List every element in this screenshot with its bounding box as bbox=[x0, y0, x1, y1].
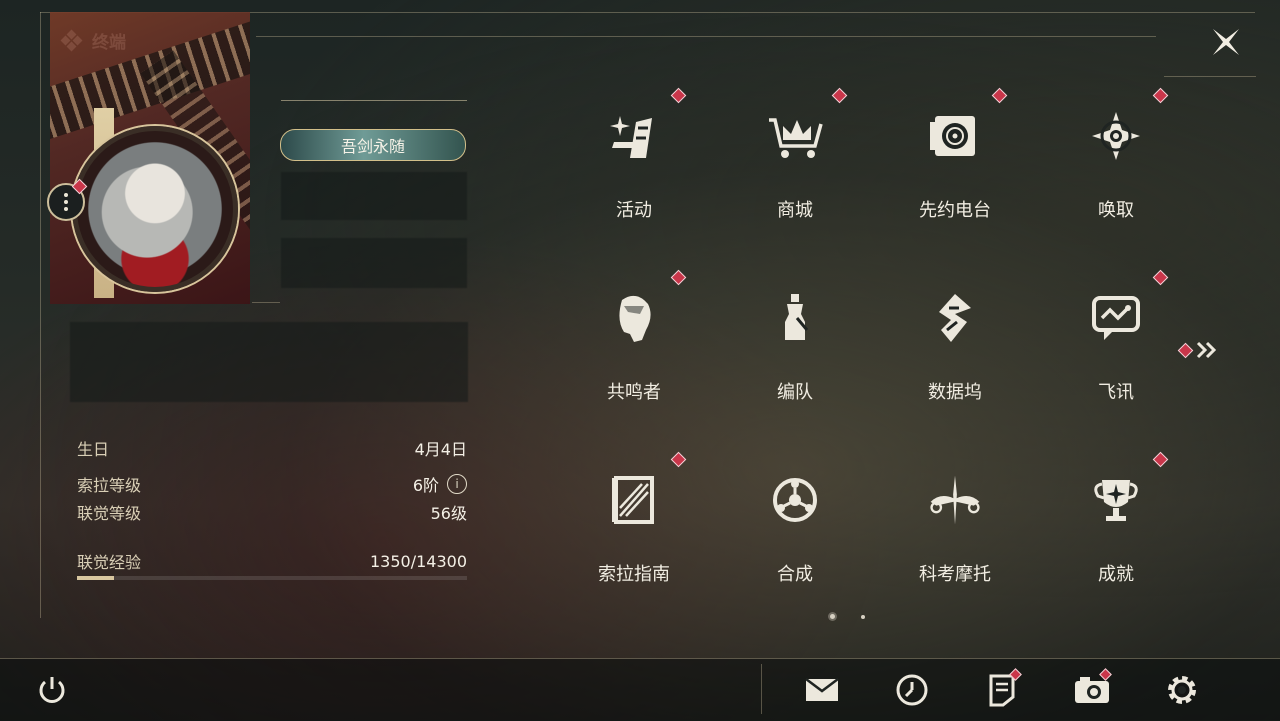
sola-level-label: 索拉等级 bbox=[77, 476, 142, 495]
menu-item-label: 活动 bbox=[616, 200, 652, 221]
hidden-name-field bbox=[281, 172, 467, 220]
birthday-label: 生日 bbox=[77, 440, 110, 459]
menu-item-messages[interactable]: 飞讯 bbox=[1056, 269, 1176, 426]
next-page-button[interactable] bbox=[1177, 338, 1220, 362]
motorcycle-icon bbox=[925, 470, 985, 530]
title-badge[interactable]: 吾剑永随 bbox=[280, 129, 466, 161]
menu-item-shop[interactable]: 商城 bbox=[735, 87, 855, 244]
camera-button[interactable] bbox=[1070, 668, 1114, 710]
exp-progress-fill bbox=[77, 576, 114, 580]
info-icon[interactable]: i bbox=[447, 474, 467, 494]
power-icon bbox=[39, 677, 65, 703]
menu-item-label: 编队 bbox=[777, 382, 813, 403]
trophy-icon bbox=[1086, 470, 1146, 530]
sola-level-value: 6阶 bbox=[412, 476, 439, 495]
character-head-icon bbox=[604, 288, 664, 348]
menu-item-radio[interactable]: 先约电台 bbox=[895, 87, 1015, 244]
menu-item-data-bank[interactable]: 数据坞 bbox=[895, 276, 1015, 426]
menu-item-team[interactable]: 编队 bbox=[735, 276, 855, 426]
menu-item-label: 合成 bbox=[777, 564, 813, 585]
close-button[interactable] bbox=[1204, 20, 1248, 64]
exp-progress-bar bbox=[77, 576, 467, 580]
union-exp-row: 联觉经验 1350/14300 bbox=[77, 547, 467, 575]
menu-item-label: 索拉指南 bbox=[598, 564, 670, 585]
menu-item-label: 先约电台 bbox=[919, 200, 991, 221]
sparkle-icon bbox=[604, 106, 664, 166]
title-badge-label: 吾剑永随 bbox=[340, 137, 405, 156]
hidden-signature-field[interactable] bbox=[70, 322, 468, 402]
data-dock-icon bbox=[925, 288, 985, 348]
menu-item-label: 唤取 bbox=[1098, 200, 1134, 221]
page-indicator[interactable] bbox=[861, 615, 865, 619]
synthesis-icon bbox=[765, 470, 825, 530]
menu-item-label: 科考摩托 bbox=[919, 564, 991, 585]
menu-item-label: 商城 bbox=[777, 200, 813, 221]
notification-badge bbox=[1152, 451, 1169, 468]
clock-button[interactable] bbox=[890, 670, 934, 710]
chat-bubble-icon bbox=[1086, 288, 1146, 348]
union-exp-label: 联觉经验 bbox=[77, 553, 142, 572]
menu-item-achievements[interactable]: 成就 bbox=[1056, 451, 1176, 608]
compass-star-icon bbox=[1086, 106, 1146, 166]
menu-item-label: 飞讯 bbox=[1098, 382, 1134, 403]
notification-badge bbox=[1152, 87, 1169, 104]
chevron-double-right-icon bbox=[1196, 341, 1217, 359]
union-level-value: 56级 bbox=[430, 504, 467, 523]
notification-badge bbox=[670, 269, 687, 286]
divider bbox=[281, 100, 467, 101]
mail-button[interactable] bbox=[800, 670, 844, 710]
crown-cart-icon bbox=[765, 106, 825, 166]
hidden-id-field bbox=[281, 238, 467, 288]
birthday-value: 4月4日 bbox=[414, 440, 467, 459]
sola-level-row: 索拉等级 6阶 i bbox=[77, 470, 467, 498]
page-indicator-active[interactable] bbox=[830, 614, 835, 619]
menu-item-label: 共鸣者 bbox=[607, 382, 661, 403]
chess-pieces-icon bbox=[765, 288, 825, 348]
menu-item-events[interactable]: 活动 bbox=[574, 87, 694, 244]
menu-item-label: 成就 bbox=[1098, 564, 1134, 585]
menu-item-label: 数据坞 bbox=[928, 382, 982, 403]
close-icon bbox=[1213, 29, 1239, 55]
menu-item-synthesis[interactable]: 合成 bbox=[735, 458, 855, 608]
notification-badge bbox=[1177, 342, 1194, 358]
clock-icon bbox=[896, 674, 928, 706]
birthday-row: 生日 4月4日 bbox=[77, 434, 467, 462]
menu-item-resonators[interactable]: 共鸣者 bbox=[574, 269, 694, 426]
union-level-label: 联觉等级 bbox=[77, 504, 142, 523]
menu-item-motorcycle[interactable]: 科考摩托 bbox=[895, 458, 1015, 608]
menu-item-guidebook[interactable]: 索拉指南 bbox=[574, 451, 694, 608]
notes-button[interactable] bbox=[980, 668, 1024, 710]
union-exp-value: 1350/14300 bbox=[369, 551, 467, 571]
settings-button[interactable] bbox=[1160, 670, 1204, 710]
radio-icon bbox=[925, 106, 985, 166]
notification-badge bbox=[1152, 269, 1169, 286]
union-level-row: 联觉等级 56级 bbox=[77, 498, 467, 526]
mail-icon bbox=[805, 678, 839, 701]
notification-badge bbox=[991, 87, 1008, 104]
avatar[interactable] bbox=[72, 126, 238, 292]
notification-badge bbox=[670, 451, 687, 468]
notification-badge bbox=[670, 87, 687, 104]
power-button[interactable] bbox=[30, 670, 74, 710]
notification-badge bbox=[831, 87, 848, 104]
gear-icon bbox=[1168, 676, 1196, 704]
guide-book-icon bbox=[604, 470, 664, 530]
menu-item-convene[interactable]: 唤取 bbox=[1056, 87, 1176, 244]
